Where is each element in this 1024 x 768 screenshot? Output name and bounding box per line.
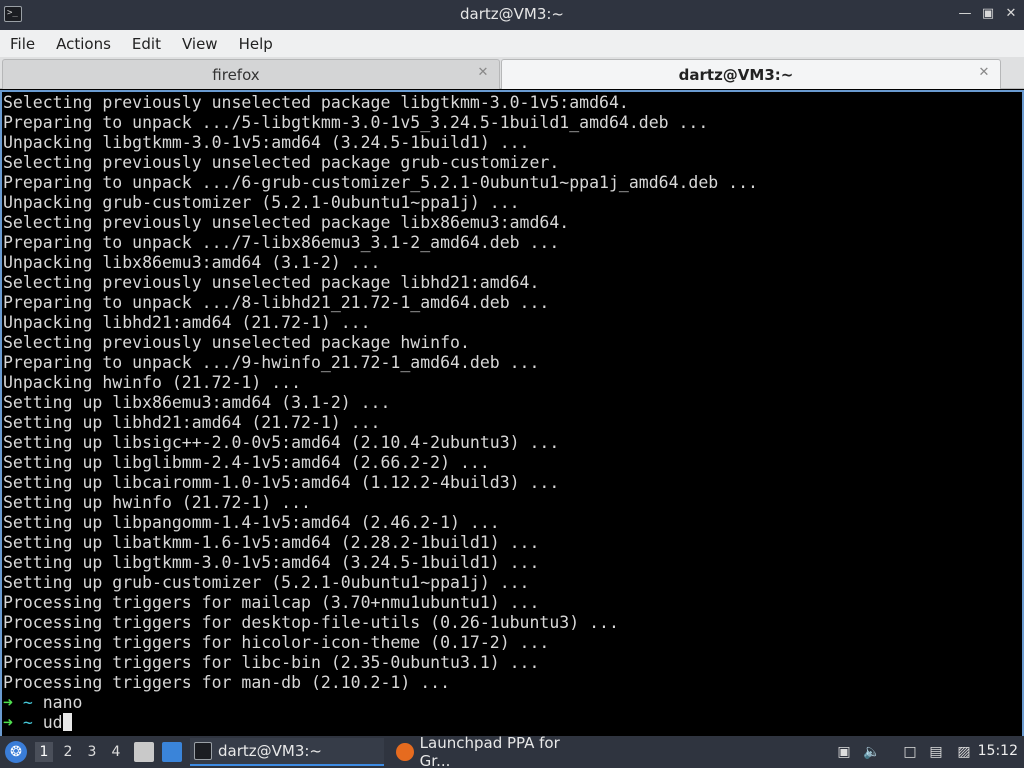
menu-help[interactable]: Help [233, 35, 279, 53]
menu-edit[interactable]: Edit [126, 35, 167, 53]
show-desktop-icon[interactable] [162, 742, 182, 762]
workspace-3[interactable]: 3 [83, 742, 101, 762]
terminal-line: Setting up libsigc++-2.0-0v5:amd64 (2.10… [3, 433, 560, 452]
terminal-line: Unpacking libx86emu3:amd64 (3.1-2) ... [3, 253, 381, 272]
terminal-line: Unpacking hwinfo (21.72-1) ... [3, 373, 302, 392]
prompt-line-current[interactable]: ➜ ~ ud [3, 713, 1008, 733]
terminal-line: Selecting previously unselected package … [3, 213, 570, 232]
prompt-arrow-icon: ➜ [3, 693, 13, 712]
prompt-command-input[interactable]: ud [43, 713, 63, 732]
terminal-line: Processing triggers for libc-bin (2.35-0… [3, 653, 540, 672]
close-tab-icon[interactable]: ✕ [475, 65, 491, 81]
terminal-line: Setting up libatkmm-1.6-1v5:amd64 (2.28.… [3, 533, 540, 552]
terminal-line: Setting up libpangomm-1.4-1v5:amd64 (2.4… [3, 513, 500, 532]
prompt-dir: ~ [22, 713, 33, 732]
window-titlebar[interactable]: >_ dartz@VM3:~ — ▣ ✕ [0, 0, 1024, 30]
tab-label: firefox [212, 66, 260, 84]
task-firefox[interactable]: Launchpad PPA for Gr... [392, 734, 592, 768]
tab-firefox[interactable]: firefox ✕ [2, 59, 500, 89]
menu-actions[interactable]: Actions [50, 35, 117, 53]
workspace-1[interactable]: 1 [35, 742, 53, 762]
terminal-line: Selecting previously unselected package … [3, 273, 540, 292]
terminal-line: Selecting previously unselected package … [3, 333, 470, 352]
window-title: dartz@VM3:~ [459, 5, 564, 23]
terminal-line: Preparing to unpack .../5-libgtkmm-3.0-1… [3, 113, 709, 132]
terminal-output: Selecting previously unselected package … [3, 93, 1008, 733]
text-cursor [62, 713, 72, 731]
start-menu-icon[interactable]: ❂ [5, 741, 27, 763]
task-label: Launchpad PPA for Gr... [419, 734, 560, 768]
task-label: dartz@VM3:~ [218, 742, 323, 760]
terminal-line: Setting up libx86emu3:amd64 (3.1-2) ... [3, 393, 391, 412]
terminal-scrollbar[interactable] [1010, 92, 1022, 736]
minimize-icon[interactable]: — [958, 5, 972, 23]
terminal-line: Selecting previously unselected package … [3, 93, 629, 112]
prompt-line: ➜ ~ nano [3, 693, 1008, 713]
menu-file[interactable]: File [4, 35, 41, 53]
maximize-icon[interactable]: ▣ [981, 5, 995, 23]
terminal-line: Preparing to unpack .../6-grub-customize… [3, 173, 758, 192]
terminal-line: Processing triggers for desktop-file-uti… [3, 613, 619, 632]
terminal-line: Unpacking grub-customizer (5.2.1-0ubuntu… [3, 193, 520, 212]
prompt-arrow-icon: ➜ [3, 713, 13, 732]
terminal-line: Processing triggers for hicolor-icon-the… [3, 633, 550, 652]
terminal-line: Unpacking libhd21:amd64 (21.72-1) ... [3, 313, 371, 332]
tab-bar: firefox ✕ dartz@VM3:~ ✕ [0, 57, 1024, 89]
prompt-command: nano [42, 693, 83, 712]
close-tab-icon[interactable]: ✕ [976, 65, 992, 81]
terminal-view[interactable]: Selecting previously unselected package … [0, 90, 1024, 736]
terminal-line: Setting up libgtkmm-3.0-1v5:amd64 (3.24.… [3, 553, 540, 572]
terminal-line: Preparing to unpack .../9-hwinfo_21.72-1… [3, 353, 540, 372]
terminal-line: Preparing to unpack .../7-libx86emu3_3.1… [3, 233, 560, 252]
file-manager-icon[interactable] [134, 742, 154, 762]
terminal-line: Setting up hwinfo (21.72-1) ... [3, 493, 311, 512]
firefox-icon [396, 743, 414, 761]
terminal-line: Selecting previously unselected package … [3, 153, 560, 172]
workspace-4[interactable]: 4 [107, 742, 125, 762]
tab-terminal[interactable]: dartz@VM3:~ ✕ [501, 59, 1001, 89]
workspace-2[interactable]: 2 [59, 742, 77, 762]
terminal-line: Setting up libhd21:amd64 (21.72-1) ... [3, 413, 381, 432]
terminal-line: Preparing to unpack .../8-libhd21_21.72-… [3, 293, 550, 312]
notes-icon[interactable]: □ [900, 742, 920, 762]
terminal-line: Setting up libglibmm-2.4-1v5:amd64 (2.66… [3, 453, 490, 472]
clipboard-icon[interactable]: ▣ [834, 742, 854, 762]
taskbar: ❂ 1 2 3 4 dartz@VM3:~ Launchpad PPA for … [0, 734, 1024, 768]
clock[interactable]: 15:12 [978, 743, 1018, 759]
terminal-line: Processing triggers for mailcap (3.70+nm… [3, 593, 540, 612]
tab-label: dartz@VM3:~ [678, 66, 794, 84]
menu-bar: File Actions Edit View Help [0, 30, 1024, 57]
terminal-icon [194, 742, 212, 760]
terminal-line: Setting up libcairomm-1.0-1v5:amd64 (1.1… [3, 473, 560, 492]
terminal-line: Unpacking libgtkmm-3.0-1v5:amd64 (3.24.5… [3, 133, 530, 152]
task-terminal[interactable]: dartz@VM3:~ [190, 738, 384, 766]
network-icon[interactable]: ▨ [954, 742, 974, 762]
close-icon[interactable]: ✕ [1004, 5, 1018, 23]
volume-icon[interactable]: 🔈 [862, 742, 882, 762]
menu-view[interactable]: View [176, 35, 224, 53]
prompt-dir: ~ [22, 693, 33, 712]
terminal-line: Setting up grub-customizer (5.2.1-0ubunt… [3, 573, 530, 592]
terminal-line: Processing triggers for man-db (2.10.2-1… [3, 673, 451, 692]
display-icon[interactable]: ▤ [926, 742, 946, 762]
